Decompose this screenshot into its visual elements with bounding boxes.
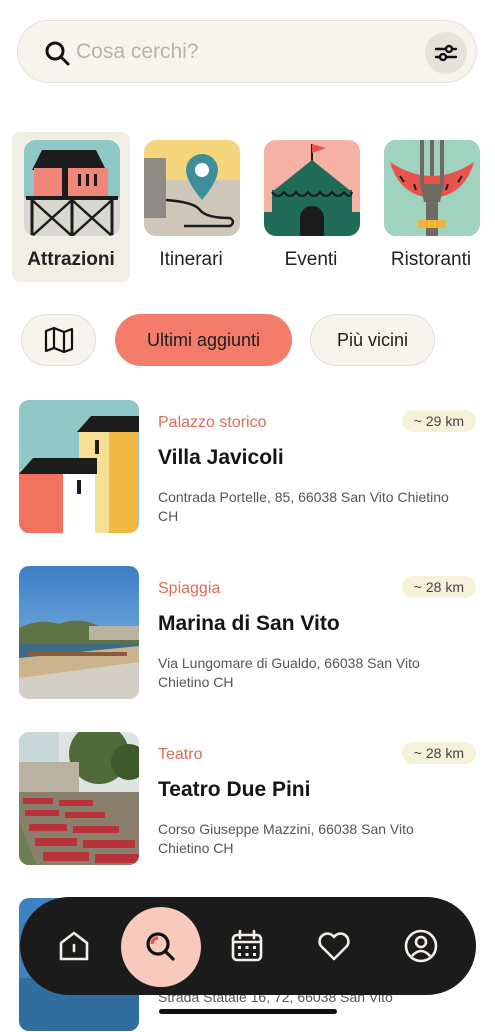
distance-badge: ~ 28 km — [401, 742, 476, 764]
map-icon — [44, 326, 73, 354]
result-address: Corso Giuseppe Mazzini, 66038 San Vito C… — [158, 821, 414, 856]
category-label: Ristoranti — [390, 249, 472, 270]
result-title: Teatro Due Pini — [158, 778, 311, 801]
itineraries-illustration — [144, 140, 240, 236]
category-selector: Attrazioni Itinerari Eventi Ristoranti — [12, 132, 490, 284]
theatre-photo — [19, 732, 139, 865]
restaurants-illustration — [384, 140, 480, 236]
latest-added-chip[interactable]: Ultimi aggiunti — [115, 314, 292, 366]
bottom-navigation — [20, 897, 476, 995]
calendar-icon — [231, 929, 263, 962]
heart-icon — [318, 932, 350, 961]
chip-label: Ultimi aggiunti — [146, 329, 261, 350]
nav-profile[interactable] — [401, 926, 441, 966]
sort-chips: Ultimi aggiunti Più vicini — [0, 314, 495, 368]
category-label: Itinerari — [159, 249, 223, 270]
result-title: Marina di San Vito — [158, 612, 340, 635]
home-icon — [59, 931, 89, 961]
category-eventi[interactable]: Eventi — [252, 132, 370, 282]
chip-label: Più vicini — [336, 329, 409, 350]
attractions-illustration — [24, 140, 120, 236]
result-item[interactable]: Teatro ~ 28 km Teatro Due Pini Corso Giu… — [19, 732, 479, 866]
villa-illustration — [19, 400, 139, 533]
category-label: Attrazioni — [27, 249, 115, 270]
category-ristoranti[interactable]: Ristoranti — [372, 132, 490, 282]
nearest-chip[interactable]: Più vicini — [310, 314, 435, 366]
events-illustration — [264, 140, 360, 236]
beach-photo — [19, 566, 139, 699]
search-icon — [45, 41, 70, 66]
search-bar[interactable] — [17, 20, 477, 83]
home-indicator — [159, 1009, 337, 1014]
result-title: Villa Javicoli — [158, 446, 284, 469]
category-itinerari[interactable]: Itinerari — [132, 132, 250, 282]
result-item[interactable]: Spiaggia ~ 28 km Marina di San Vito Via … — [19, 566, 479, 700]
search-input[interactable] — [76, 35, 416, 69]
distance-badge: ~ 28 km — [401, 576, 476, 598]
result-address: Via Lungomare di Gualdo, 66038 San Vito … — [158, 655, 420, 690]
sliders-icon — [434, 44, 458, 62]
profile-icon — [404, 929, 438, 963]
search-icon — [146, 932, 175, 961]
nav-calendar[interactable] — [227, 926, 267, 966]
nav-favorites[interactable] — [314, 926, 354, 966]
result-address: Contrada Portelle, 85, 66038 San Vito Ch… — [158, 489, 449, 524]
result-item[interactable]: Palazzo storico ~ 29 km Villa Javicoli C… — [19, 400, 479, 534]
category-label: Eventi — [284, 249, 338, 270]
result-category: Spiaggia — [158, 580, 221, 597]
nav-search[interactable] — [121, 907, 201, 987]
map-view-button[interactable] — [21, 314, 96, 366]
result-category: Palazzo storico — [158, 414, 267, 431]
filter-button[interactable] — [425, 32, 467, 74]
distance-badge: ~ 29 km — [401, 410, 476, 432]
category-attrazioni[interactable]: Attrazioni — [12, 132, 130, 282]
nav-home[interactable] — [54, 926, 94, 966]
result-category: Teatro — [158, 746, 203, 763]
